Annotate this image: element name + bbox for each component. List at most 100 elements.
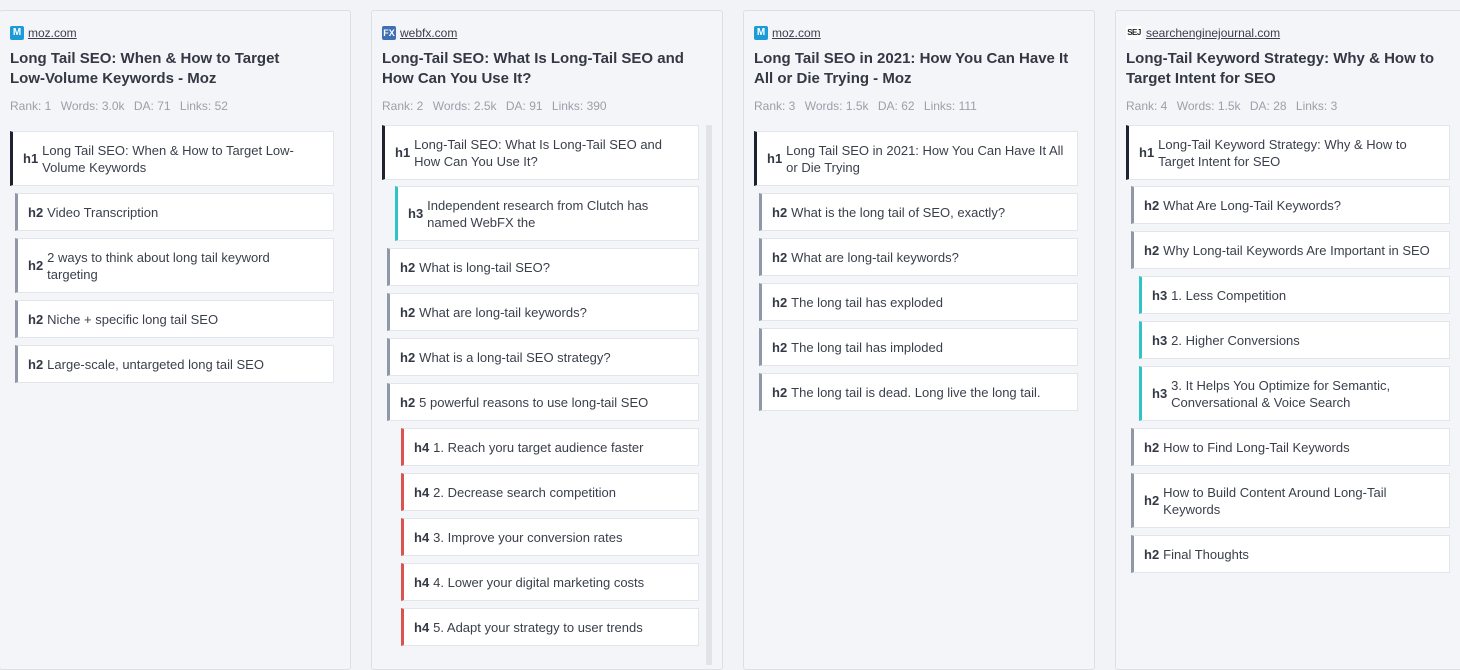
serp-column-4: SEJ searchenginejournal.com Long-Tail Ke… (1115, 10, 1460, 670)
heading-card[interactable]: h2 What is a long-tail SEO strategy? (387, 338, 699, 376)
domain-text[interactable]: moz.com (772, 26, 821, 40)
domain-link[interactable]: M moz.com (754, 26, 821, 40)
heading-card[interactable]: h3 1. Less Competition (1139, 276, 1450, 314)
heading-card[interactable]: h2 How to Find Long-Tail Keywords (1131, 428, 1450, 466)
heading-card[interactable]: h3 3. It Helps You Optimize for Semantic,… (1139, 366, 1450, 421)
heading-card[interactable]: h1 Long Tail SEO in 2021: How You Can Hav… (754, 131, 1078, 186)
links-stat: Links: 52 (179, 99, 228, 113)
heading-text: Long-Tail SEO: What Is Long-Tail SEO and… (414, 136, 663, 169)
heading-card[interactable]: h2 The long tail has exploded (759, 283, 1078, 321)
heading-tag: h1 (395, 145, 411, 160)
heading-card[interactable]: h3 Independent research from Clutch has n… (395, 186, 699, 241)
heading-card[interactable]: h2 Final Thoughts (1131, 535, 1450, 573)
words-stat: Words: 1.5k (804, 99, 869, 113)
heading-text: 4. Lower your digital marketing costs (433, 574, 645, 590)
heading-card[interactable]: h1 Long-Tail Keyword Strategy: Why & How … (1126, 125, 1450, 180)
heading-tag: h2 (400, 349, 416, 365)
page-title[interactable]: Long-Tail SEO: What Is Long-Tail SEO and… (382, 49, 702, 89)
page-stats: Rank: 3 Words: 1.5k DA: 62 Links: 111 (754, 99, 983, 113)
moz-icon: M (10, 26, 24, 40)
domain-link[interactable]: FX webfx.com (382, 26, 457, 40)
heading-text: Long Tail SEO: When & How to Target Low-… (42, 142, 294, 175)
page-title[interactable]: Long-Tail Keyword Strategy: Why & How to… (1126, 49, 1436, 89)
heading-card[interactable]: h2 Large-scale, untargeted long tail SEO (15, 345, 334, 383)
heading-card[interactable]: h2 What is the long tail of SEO, exactly? (759, 193, 1078, 231)
page-stats: Rank: 4 Words: 1.5k DA: 28 Links: 3 (1126, 99, 1343, 113)
heading-text: 5 powerful reasons to use long-tail SEO (419, 394, 649, 410)
page-title[interactable]: Long Tail SEO in 2021: How You Can Have … (754, 49, 1074, 89)
heading-tag: h2 (1144, 242, 1160, 258)
heading-card[interactable]: h2 How to Build Content Around Long-Tail … (1131, 473, 1450, 528)
heading-tag: h3 (1152, 332, 1168, 348)
rank-stat: Rank: 3 (754, 99, 796, 113)
sej-icon: SEJ (1126, 26, 1142, 40)
heading-tag: h2 (1144, 439, 1160, 455)
heading-card[interactable]: h2 What are long-tail keywords? (759, 238, 1078, 276)
heading-text: 3. Improve your conversion rates (433, 529, 623, 545)
domain-link[interactable]: M moz.com (10, 26, 77, 40)
heading-text: What Are Long-Tail Keywords? (1163, 197, 1341, 213)
heading-text: 2. Decrease search competition (433, 484, 616, 500)
links-stat: Links: 111 (923, 99, 977, 113)
heading-tag: h1 (767, 151, 783, 166)
heading-tag: h4 (414, 574, 430, 590)
heading-card[interactable]: h1 Long-Tail SEO: What Is Long-Tail SEO a… (382, 125, 699, 180)
heading-card[interactable]: h2 What are long-tail keywords? (387, 293, 699, 331)
serp-column-1: M moz.com Long Tail SEO: When & How to T… (0, 10, 351, 670)
heading-tag: h2 (772, 294, 788, 310)
heading-card[interactable]: h1 Long Tail SEO: When & How to Target Lo… (10, 131, 334, 186)
scrollbar[interactable] (706, 125, 712, 665)
heading-tag: h3 (1152, 386, 1168, 401)
heading-card[interactable]: h4 3. Improve your conversion rates (401, 518, 699, 556)
links-stat: Links: 390 (551, 99, 607, 113)
heading-text: The long tail has exploded (791, 294, 943, 310)
rank-stat: Rank: 1 (10, 99, 52, 113)
heading-text: Large-scale, untargeted long tail SEO (47, 356, 264, 372)
heading-text: How to Find Long-Tail Keywords (1163, 439, 1350, 455)
da-stat: DA: 28 (1249, 99, 1287, 113)
heading-card[interactable]: h2 Video Transcription (15, 193, 334, 231)
domain-text[interactable]: moz.com (28, 26, 77, 40)
heading-tag: h3 (408, 206, 424, 221)
heading-tag: h2 (28, 258, 44, 273)
heading-text: Video Transcription (47, 204, 159, 220)
heading-tag: h4 (414, 484, 430, 500)
heading-card[interactable]: h4 1. Reach yoru target audience faster (401, 428, 699, 466)
heading-text: Niche + specific long tail SEO (47, 311, 219, 327)
heading-tag: h2 (400, 259, 416, 275)
heading-tag: h2 (28, 356, 44, 372)
heading-card[interactable]: h2 The long tail has imploded (759, 328, 1078, 366)
heading-card[interactable]: h4 2. Decrease search competition (401, 473, 699, 511)
heading-tag: h2 (1144, 197, 1160, 213)
domain-text[interactable]: searchenginejournal.com (1146, 26, 1280, 40)
heading-tag: h4 (414, 439, 430, 455)
heading-card[interactable]: h2 Niche + specific long tail SEO (15, 300, 334, 338)
heading-card[interactable]: h4 5. Adapt your strategy to user trends (401, 608, 699, 646)
heading-text: Independent research from Clutch has nam… (427, 197, 649, 230)
da-stat: DA: 91 (505, 99, 543, 113)
domain-link[interactable]: SEJ searchenginejournal.com (1126, 26, 1280, 40)
heading-tag: h2 (1144, 493, 1160, 508)
heading-card[interactable]: h2 The long tail is dead. Long live the l… (759, 373, 1078, 411)
heading-tag: h3 (1152, 287, 1168, 303)
heading-tag: h2 (1144, 546, 1160, 562)
heading-text: The long tail has imploded (791, 339, 943, 355)
heading-card[interactable]: h3 2. Higher Conversions (1139, 321, 1450, 359)
heading-card[interactable]: h2 2 ways to think about long tail keywor… (15, 238, 334, 293)
heading-tag: h4 (414, 619, 430, 635)
heading-card[interactable]: h2 5 powerful reasons to use long-tail SE… (387, 383, 699, 421)
heading-card[interactable]: h4 4. Lower your digital marketing costs (401, 563, 699, 601)
heading-tag: h1 (1139, 145, 1155, 160)
heading-text: Final Thoughts (1163, 546, 1249, 562)
words-stat: Words: 1.5k (1176, 99, 1241, 113)
heading-tag: h2 (772, 249, 788, 265)
moz-icon: M (754, 26, 768, 40)
domain-text[interactable]: webfx.com (400, 26, 457, 40)
page-title[interactable]: Long Tail SEO: When & How to Target Low-… (10, 49, 300, 89)
heading-card[interactable]: h2 Why Long-tail Keywords Are Important i… (1131, 231, 1450, 269)
heading-text: What is a long-tail SEO strategy? (419, 349, 611, 365)
heading-card[interactable]: h2 What is long-tail SEO? (387, 248, 699, 286)
heading-card[interactable]: h2 What Are Long-Tail Keywords? (1131, 186, 1450, 224)
webfx-icon: FX (382, 26, 396, 40)
heading-tag: h2 (28, 204, 44, 220)
